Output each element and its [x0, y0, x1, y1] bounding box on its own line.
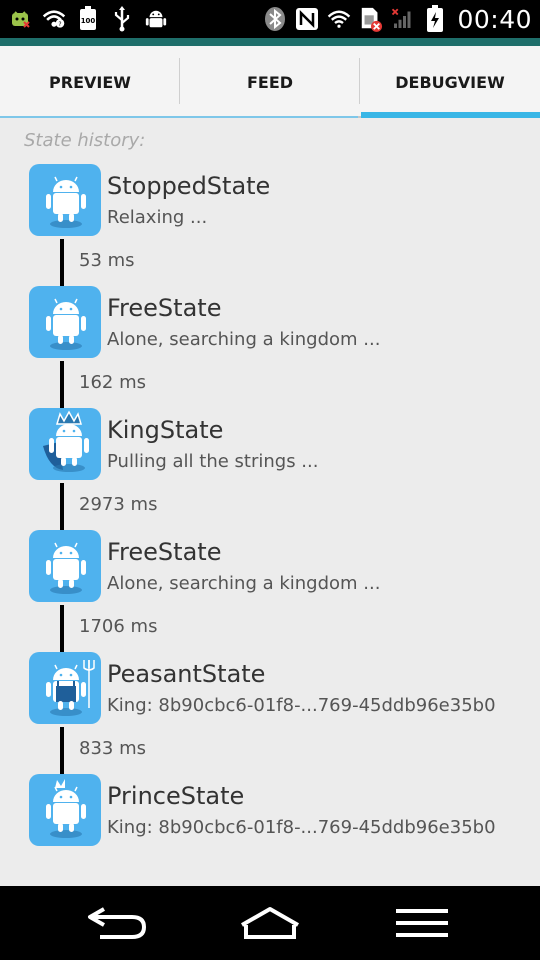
android-peasant-icon — [29, 652, 101, 724]
svg-text:?: ? — [58, 21, 61, 28]
nfc-icon — [295, 7, 319, 31]
menu-icon — [396, 909, 448, 937]
timeline-connector — [60, 361, 64, 408]
battery-100-label: 100 — [81, 17, 96, 25]
timeline-connector — [60, 239, 64, 286]
tab-feed-label: FEED — [246, 72, 294, 92]
android-plain-icon — [29, 286, 101, 358]
state-name: FreeState — [107, 294, 222, 322]
tab-bar: PREVIEW FEED DEBUGVIEW — [0, 46, 540, 118]
list-item[interactable]: PrinceState King: 8b90cbc6-01f8-...769-4… — [0, 774, 540, 886]
state-name: PrinceState — [107, 782, 245, 810]
tab-feed[interactable]: FEED — [180, 46, 360, 118]
state-description: Relaxing ... — [107, 207, 208, 228]
state-duration: 162 ms — [79, 372, 146, 393]
android-plain-icon — [29, 530, 101, 602]
back-button[interactable] — [58, 894, 178, 952]
bluetooth-icon — [263, 7, 287, 31]
state-duration: 1706 ms — [79, 616, 158, 637]
state-duration: 833 ms — [79, 738, 146, 759]
list-item[interactable]: KingState Pulling all the strings ... 29… — [0, 408, 540, 530]
section-header: State history: — [24, 130, 146, 151]
list-item[interactable]: FreeState Alone, searching a kingdom ...… — [0, 530, 540, 652]
state-duration: 2973 ms — [79, 494, 158, 515]
battery-charging-icon — [423, 5, 447, 32]
state-history-list[interactable]: State history: StoppedState Relaxing ...… — [0, 120, 540, 886]
back-icon — [88, 907, 147, 939]
android-icon — [144, 7, 168, 31]
state-description: Pulling all the strings ... — [107, 451, 319, 472]
system-icons: 00:40 — [263, 0, 532, 38]
home-button[interactable] — [210, 894, 330, 952]
android-king-icon — [29, 408, 101, 480]
android-prince-icon — [29, 774, 101, 846]
timeline-connector — [60, 605, 64, 652]
notification-icons: ? 100 — [8, 0, 168, 38]
tab-baseline — [0, 116, 358, 118]
state-name: PeasantState — [107, 660, 266, 688]
list-item[interactable]: PeasantState King: 8b90cbc6-01f8-...769-… — [0, 652, 540, 774]
usb-icon — [110, 6, 134, 32]
state-duration: 53 ms — [79, 250, 135, 271]
usb-debugging-icon — [8, 7, 32, 31]
wifi-icon — [327, 7, 351, 31]
no-signal-icon — [391, 7, 415, 31]
battery-100-icon: 100 — [76, 6, 100, 31]
timeline-connector — [60, 727, 64, 774]
sim-error-icon — [359, 7, 383, 32]
navigation-bar — [0, 886, 540, 960]
tab-preview[interactable]: PREVIEW — [0, 46, 180, 118]
state-description: Alone, searching a kingdom ... — [107, 573, 381, 594]
state-description: King: 8b90cbc6-01f8-...769-45ddb96e35b0 — [107, 817, 496, 838]
action-bar-strip — [0, 38, 540, 46]
list-item[interactable]: StoppedState Relaxing ... 53 ms — [0, 164, 540, 286]
state-name: KingState — [107, 416, 224, 444]
status-bar: ? 100 00:40 — [0, 0, 540, 38]
list-item[interactable]: FreeState Alone, searching a kingdom ...… — [0, 286, 540, 408]
tab-selected-indicator — [361, 112, 540, 118]
state-description: Alone, searching a kingdom ... — [107, 329, 381, 350]
state-description: King: 8b90cbc6-01f8-...769-45ddb96e35b0 — [107, 695, 496, 716]
state-name: FreeState — [107, 538, 222, 566]
android-plain-icon — [29, 164, 101, 236]
clock: 00:40 — [457, 4, 532, 34]
state-name: StoppedState — [107, 172, 271, 200]
timeline-connector — [60, 483, 64, 530]
menu-button[interactable] — [362, 894, 482, 952]
wifi-calling-icon: ? — [42, 7, 66, 31]
tab-debugview[interactable]: DEBUGVIEW — [360, 46, 540, 118]
home-icon — [241, 907, 299, 939]
tab-debugview-label: DEBUGVIEW — [395, 72, 505, 92]
tab-preview-label: PREVIEW — [49, 72, 131, 92]
